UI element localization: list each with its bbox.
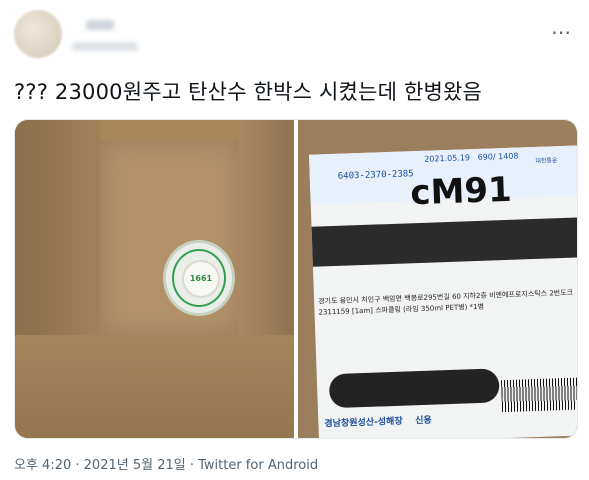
meta-sep: · <box>71 458 84 473</box>
tweet-source[interactable]: Twitter for Android <box>198 458 318 473</box>
avatar[interactable] <box>14 10 62 58</box>
label-date-value: 2021.05.19 <box>424 153 471 164</box>
tweet-header: ⋯ <box>14 10 574 60</box>
tweet-date[interactable]: 2021년 5월 21일 <box>84 458 186 473</box>
label-footer: 경남창원성산-성해장 신용 <box>324 413 432 430</box>
author-name-blurred[interactable] <box>86 20 114 30</box>
label-page: 690/ 1408 <box>477 151 519 162</box>
box-bottom-flap <box>15 335 294 438</box>
author-block[interactable] <box>72 16 138 51</box>
shipping-address: 경기도 용인시 처인구 백암면 백봉로295번길 60 지하2층 비엔에프로지스… <box>318 288 574 317</box>
meta-sep: · <box>185 458 199 473</box>
tweet-metadata: 오후 4:20 · 2021년 5월 21일 · Twitter for And… <box>14 454 318 473</box>
tweet-time[interactable]: 오후 4:20 <box>14 458 71 473</box>
photo-box-interior[interactable]: 1661 <box>15 120 294 438</box>
bottle-cap: 1661 <box>182 260 220 298</box>
photo-shipping-label[interactable]: 2021.05.19 690/ 1408 6403-2370-2385 cM91… <box>298 120 577 438</box>
redaction-bar <box>311 217 577 267</box>
barcode-icon <box>501 377 577 413</box>
tweet-text: ??? 23000원주고 탄산수 한박스 시켰는데 한병왔음 <box>14 80 483 104</box>
more-options-icon[interactable]: ⋯ <box>551 20 572 44</box>
label-footer-suffix: 신용 <box>415 415 432 427</box>
redaction-oval <box>328 368 500 409</box>
label-footer-route: 경남창원성산-성해장 <box>324 416 403 430</box>
tweet-media[interactable]: 1661 2021.05.19 690/ 1408 6403-2370-2385… <box>14 119 578 439</box>
bottle-top-view: 1661 <box>163 240 235 316</box>
carrier-brand: 대한통운 <box>535 157 558 165</box>
sort-code: cM91 <box>409 169 513 214</box>
shipping-label: 2021.05.19 690/ 1408 6403-2370-2385 cM91… <box>309 145 577 438</box>
author-handle-blurred[interactable] <box>72 42 138 51</box>
